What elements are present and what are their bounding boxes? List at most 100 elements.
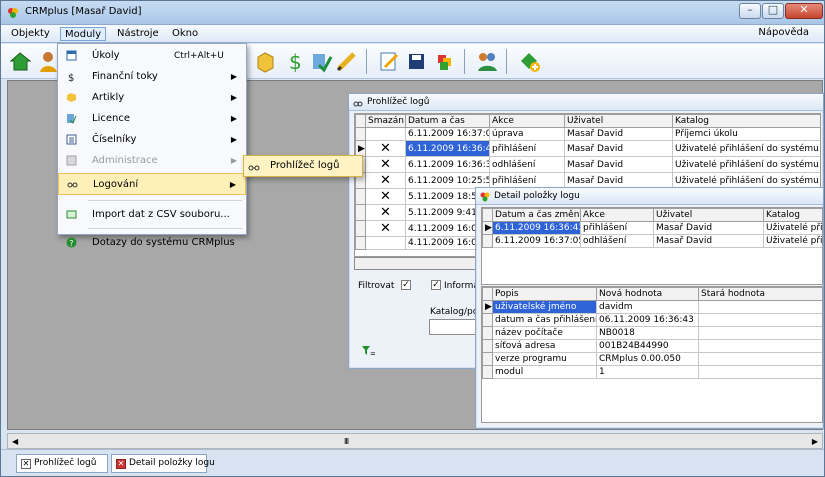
- close-button[interactable]: ✕: [785, 3, 823, 19]
- license-icon[interactable]: [308, 49, 333, 74]
- table-row[interactable]: 6.11.2009 16:37:05 odhlášení Masař David Už…: [482, 234, 822, 248]
- row-header-cell: [355, 114, 366, 128]
- property-label-cell: verze programu: [492, 352, 597, 366]
- user-cell: Masař David: [653, 221, 764, 235]
- menu-item-help-queries[interactable]: ? Dotazy do systému CRMplus: [58, 232, 246, 254]
- log-viewer-title[interactable]: Prohlížeč logů: [349, 94, 823, 111]
- old-value-cell: [698, 326, 822, 340]
- main-horizontal-scrollbar[interactable]: ◀ III ▶: [7, 433, 823, 449]
- datetime-cell: 6.11.2009 16:36:43: [492, 221, 581, 235]
- scroll-grip[interactable]: III: [344, 437, 349, 446]
- action-cell: přihlášení: [489, 140, 565, 157]
- row-header-cell: [482, 326, 493, 340]
- edit-icon[interactable]: [334, 49, 359, 74]
- user-cell: Masař David: [564, 156, 673, 173]
- menu-item-log-viewer[interactable]: Prohlížeč logů: [270, 160, 339, 171]
- product-icon: [67, 93, 76, 102]
- menu-bar: Objekty Moduly Nástroje Okno Nápověda: [1, 25, 824, 43]
- row-header-cell: [482, 234, 493, 248]
- column-datetime[interactable]: Datum a čas: [405, 114, 490, 128]
- colors-icon[interactable]: [432, 49, 457, 74]
- column-user[interactable]: Uživatel: [653, 208, 764, 222]
- menu-item-financni-toky[interactable]: $ Finanční toky ▶: [58, 66, 246, 88]
- menu-item-ukoly[interactable]: Úkoly Ctrl+Alt+U: [58, 45, 246, 67]
- help-icon: ?: [66, 237, 77, 248]
- column-catalog[interactable]: Katalog: [763, 208, 822, 222]
- detail-history-grid[interactable]: Datum a čas změny Akce Uživatel Katalog ▶ 6.…: [481, 207, 823, 285]
- new-value-cell: 06.11.2009 16:36:43: [596, 313, 699, 327]
- datetime-cell: 6.11.2009 16:36:36: [405, 156, 490, 173]
- table-row[interactable]: datum a čas přihlášení 06.11.2009 16:36:4…: [482, 313, 822, 327]
- menu-item-import-csv[interactable]: Import dat z CSV souboru...: [58, 204, 246, 226]
- menu-item-artikly[interactable]: Artikly ▶: [58, 87, 246, 109]
- notes-icon[interactable]: [376, 49, 401, 74]
- current-row-marker: ▶: [482, 221, 493, 235]
- close-tab-icon[interactable]: ✕: [21, 459, 31, 469]
- deleted-cell: ✕: [365, 188, 406, 205]
- tab-log-viewer[interactable]: ✕ Prohlížeč logů: [16, 454, 108, 473]
- table-row[interactable]: 6.11.2009 16:37:02 úprava Masař David Příje…: [355, 127, 820, 141]
- column-catalog[interactable]: Katalog: [672, 114, 820, 128]
- detail-logo-icon: [480, 192, 490, 202]
- information-checkbox[interactable]: ✓: [431, 280, 441, 290]
- row-header-cell: [482, 352, 493, 366]
- filter-checkbox[interactable]: ✓: [401, 280, 411, 290]
- table-row[interactable]: ✕ 6.11.2009 16:36:36 odhlášení Masař David U…: [355, 156, 820, 173]
- menu-item-ciselniky[interactable]: Číselníky ▶: [58, 129, 246, 151]
- scroll-right-icon[interactable]: ▶: [812, 437, 818, 446]
- old-value-cell: [698, 339, 822, 353]
- help-menu[interactable]: Nápověda: [758, 27, 809, 38]
- users-icon[interactable]: [475, 49, 500, 74]
- title-bar[interactable]: CRMplus [Masař David] – □ ✕: [1, 1, 824, 25]
- table-row[interactable]: ▶ 6.11.2009 16:36:43 přihlášení Masař David…: [482, 221, 822, 235]
- column-action[interactable]: Akce: [580, 208, 654, 222]
- detail-title-bar[interactable]: Detail položky logu: [476, 188, 823, 205]
- detail-properties-grid[interactable]: Popis Nová hodnota Stará hodnota ▶ uživatel…: [481, 286, 823, 423]
- add-object-icon[interactable]: [517, 49, 542, 74]
- table-row[interactable]: síťová adresa 001B24B44990: [482, 339, 822, 353]
- deleted-cell: ✕: [365, 172, 406, 189]
- svg-text:=: =: [370, 350, 375, 357]
- menu-nastroje[interactable]: Nástroje: [113, 27, 163, 41]
- maximize-button[interactable]: □: [762, 3, 784, 19]
- catalog-cell: Příjemci úkolu: [672, 127, 820, 141]
- menu-objekty[interactable]: Objekty: [7, 27, 54, 41]
- filter-icon[interactable]: =: [361, 345, 375, 357]
- menu-moduly[interactable]: Moduly: [60, 27, 107, 41]
- finance-icon[interactable]: $: [281, 49, 306, 74]
- glasses-icon: [248, 165, 260, 171]
- window-tabs-bar: ✕ Prohlížeč logů ✕ Detail položky logu: [1, 449, 824, 476]
- column-action[interactable]: Akce: [489, 114, 565, 128]
- close-tab-icon[interactable]: ✕: [116, 459, 126, 469]
- column-old-value[interactable]: Stará hodnota: [698, 287, 822, 301]
- minimize-button[interactable]: –: [739, 3, 761, 19]
- menu-label: Artikly: [92, 92, 125, 103]
- product-icon[interactable]: [253, 49, 278, 74]
- table-row[interactable]: název počítače NB0018: [482, 326, 822, 340]
- table-row[interactable]: verze programu CRMplus 0.00.050: [482, 352, 822, 366]
- save-icon[interactable]: [404, 49, 429, 74]
- catalog-filter-input[interactable]: [429, 319, 481, 335]
- menu-item-logovani[interactable]: Logování ▶: [58, 173, 246, 195]
- deleted-cell: [365, 236, 406, 250]
- tab-label: Prohlížeč logů: [34, 458, 97, 468]
- old-value-cell: [698, 365, 822, 379]
- properties-header-row: Popis Nová hodnota Stará hodnota: [482, 287, 822, 301]
- home-icon[interactable]: [8, 49, 33, 74]
- finance-icon: $: [68, 73, 74, 82]
- crm-logo-icon: [8, 8, 18, 18]
- menu-okno[interactable]: Okno: [168, 27, 202, 41]
- table-row[interactable]: ▶ uživatelské jméno davidm: [482, 300, 822, 314]
- submenu-arrow-icon: ▶: [229, 180, 236, 189]
- menu-item-licence[interactable]: Licence ▶: [58, 108, 246, 130]
- tab-log-detail[interactable]: ✕ Detail položky logu: [111, 454, 215, 473]
- column-change-datetime[interactable]: Datum a čas změny: [492, 208, 581, 222]
- table-row[interactable]: ▶ ✕ 6.11.2009 16:36:43 přihlášení Masař Davi…: [355, 140, 820, 157]
- horizontal-scrollbar[interactable]: [354, 257, 480, 270]
- column-new-value[interactable]: Nová hodnota: [596, 287, 699, 301]
- column-deleted[interactable]: Smazán: [365, 114, 406, 128]
- table-row[interactable]: modul 1: [482, 365, 822, 379]
- scroll-left-icon[interactable]: ◀: [12, 437, 18, 446]
- column-user[interactable]: Uživatel: [564, 114, 673, 128]
- column-description[interactable]: Popis: [492, 287, 597, 301]
